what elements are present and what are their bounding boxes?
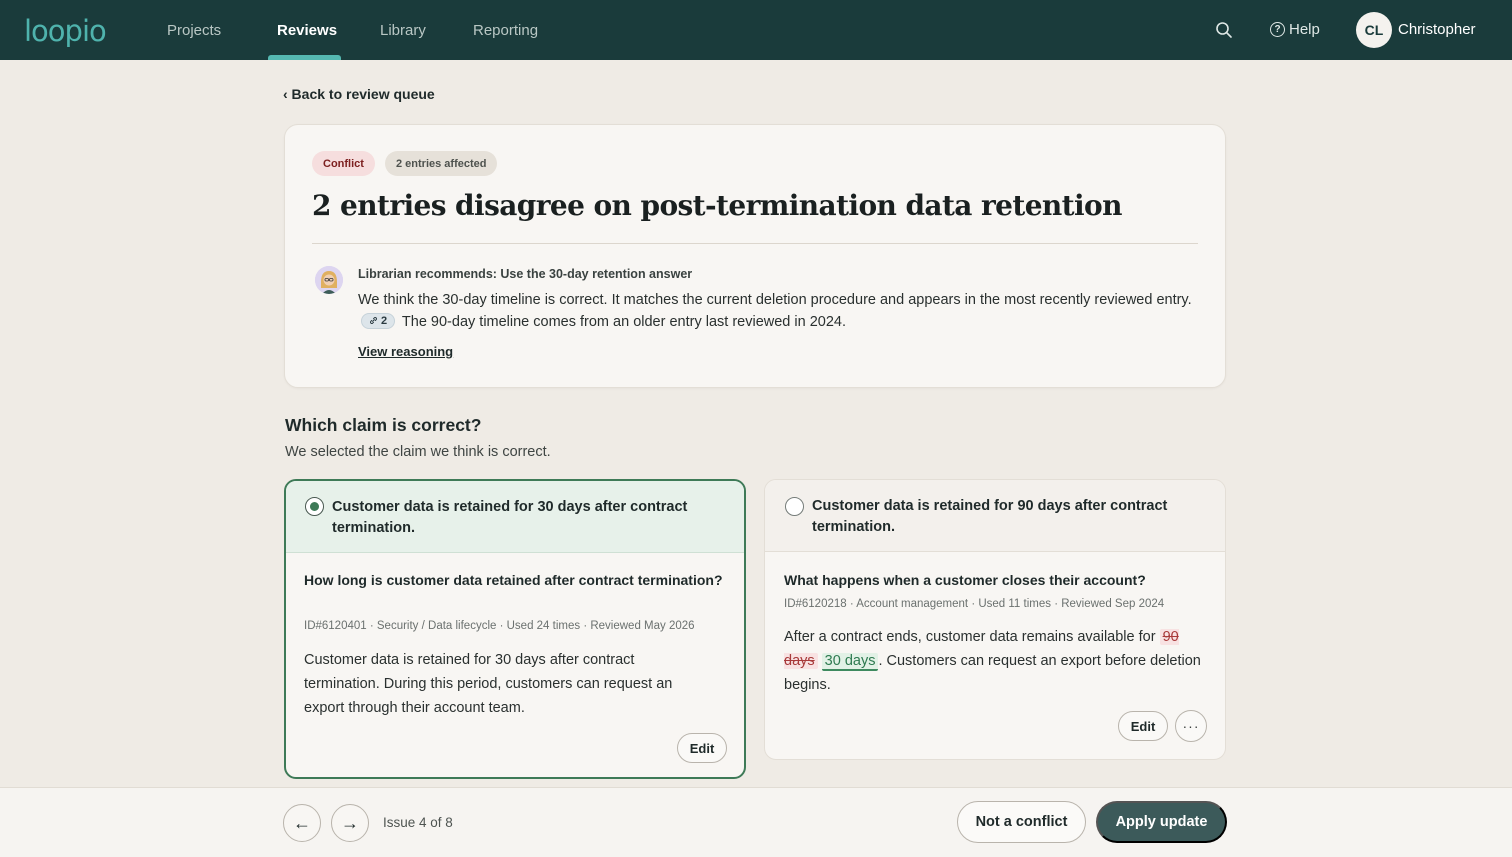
claim-radio-selected[interactable] [305, 497, 324, 516]
conflict-badge: Conflict [312, 151, 375, 176]
claim-header[interactable]: Customer data is retained for 90 days af… [765, 480, 1225, 552]
edit-button[interactable]: Edit [677, 733, 727, 763]
nav-reporting[interactable]: Reporting [473, 22, 538, 39]
entry-answer-with-suggested-edit: After a contract ends, customer data rem… [784, 625, 1209, 697]
not-a-conflict-button[interactable]: Not a conflict [957, 801, 1086, 843]
entry-meta: ID#6120401 · Security / Data lifecycle ·… [304, 620, 695, 632]
inserted-text: 30 days [821, 653, 879, 671]
entry-answer: Customer data is retained for 30 days af… [304, 652, 673, 716]
claim-text: Customer data is retained for 90 days af… [812, 498, 1168, 535]
edit-button[interactable]: Edit [1118, 711, 1168, 741]
issue-title: 2 entries disagree on post-termination d… [312, 189, 1122, 222]
question-subtitle: We selected the claim we think is correc… [285, 444, 551, 460]
search-icon[interactable] [1215, 21, 1233, 39]
claim-card-30-days[interactable]: Customer data is retained for 30 days af… [284, 479, 746, 779]
recommendation-text: We think the 30-day timeline is correct.… [358, 289, 1208, 333]
bottom-action-bar: ← → Issue 4 of 8 Not a conflict Apply up… [0, 787, 1512, 857]
entries-affected-badge: 2 entries affected [385, 151, 498, 176]
nav-reviews[interactable]: Reviews [277, 22, 337, 39]
citation-chip[interactable]: 2 [361, 312, 396, 329]
previous-issue-button[interactable]: ← [283, 804, 321, 842]
recommendation-title: Librarian recommends: Use the 30-day ret… [358, 267, 693, 281]
recommendation-text-part1: We think the 30-day timeline is correct.… [358, 292, 1192, 308]
nav-projects[interactable]: Projects [167, 22, 221, 39]
link-icon [370, 317, 377, 324]
apply-update-button[interactable]: Apply update [1096, 801, 1227, 843]
question-title: Which claim is correct? [285, 415, 482, 435]
help-button[interactable]: ? Help [1270, 21, 1320, 38]
back-to-review-queue-link[interactable]: ‹ Back to review queue [283, 86, 435, 102]
claim-header[interactable]: Customer data is retained for 30 days af… [286, 481, 744, 553]
recommendation-text-part2: The 90-day timeline comes from an older … [401, 314, 846, 330]
divider [312, 243, 1198, 244]
loopio-logo[interactable]: loopio [24, 14, 107, 48]
help-label: Help [1289, 21, 1320, 38]
claim-card-90-days[interactable]: Customer data is retained for 90 days af… [764, 479, 1226, 760]
entry-meta: ID#6120218 · Account management · Used 1… [784, 598, 1165, 610]
view-reasoning-link[interactable]: View reasoning [358, 344, 453, 359]
answer-text-before: After a contract ends, customer data rem… [784, 629, 1156, 645]
issue-counter: Issue 4 of 8 [383, 815, 453, 830]
claim-text: Customer data is retained for 30 days af… [332, 499, 688, 536]
citation-count: 2 [381, 314, 388, 327]
librarian-avatar [315, 266, 343, 294]
entry-question: How long is customer data retained after… [304, 572, 723, 588]
entry-question: What happens when a customer closes thei… [784, 572, 1146, 588]
more-options-button[interactable]: ··· [1175, 710, 1207, 742]
next-issue-button[interactable]: → [331, 804, 369, 842]
top-navigation: loopio Projects Reviews Library Reportin… [0, 0, 1512, 60]
issue-summary-card: Conflict 2 entries affected 2 entries di… [284, 124, 1226, 388]
help-circle-icon: ? [1270, 22, 1285, 37]
active-nav-indicator [268, 55, 341, 60]
nav-library[interactable]: Library [380, 22, 426, 39]
claim-radio-unselected[interactable] [785, 497, 804, 516]
user-name[interactable]: Christopher [1398, 21, 1476, 38]
user-avatar[interactable]: CL [1356, 12, 1392, 48]
